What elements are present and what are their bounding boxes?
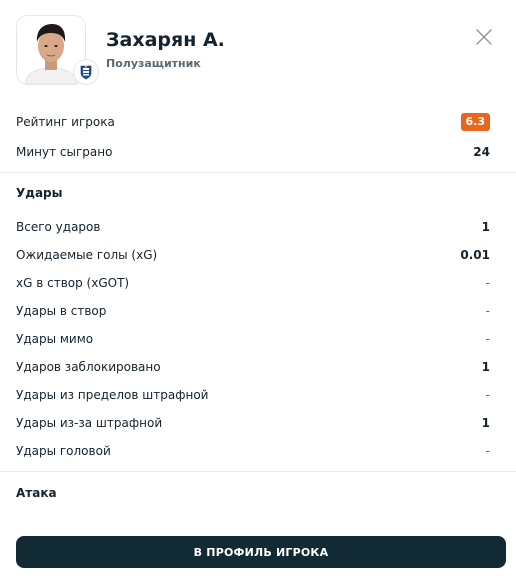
stat-row: Ожидаемые голы (xG) 0.01 bbox=[16, 245, 490, 265]
rating-label: Рейтинг игрока bbox=[16, 115, 115, 129]
stat-label: Ожидаемые голы (xG) bbox=[16, 248, 158, 262]
stat-label: xG в створ (xGOT) bbox=[16, 276, 130, 290]
stat-value: 1 bbox=[481, 220, 490, 234]
stat-label: Удары из-за штрафной bbox=[16, 416, 163, 430]
stat-value: 0.01 bbox=[460, 248, 490, 262]
stat-value: 1 bbox=[481, 360, 490, 374]
stat-value: - bbox=[485, 444, 490, 458]
stat-row: Удары мимо - bbox=[16, 329, 490, 349]
stat-value: - bbox=[485, 276, 490, 290]
player-name: Захарян А. bbox=[106, 29, 225, 51]
minutes-value: 24 bbox=[473, 145, 490, 159]
stat-label: Удары головой bbox=[16, 444, 111, 458]
stat-row: Удары из-за штрафной 1 bbox=[16, 413, 490, 433]
stat-row: Ударов заблокировано 1 bbox=[16, 357, 490, 377]
stat-value: - bbox=[485, 304, 490, 318]
divider bbox=[0, 471, 516, 472]
player-profile-button[interactable]: В ПРОФИЛЬ ИГРОКА bbox=[16, 536, 506, 568]
rating-badge: 6.3 bbox=[460, 113, 490, 131]
stat-label: Ударов заблокировано bbox=[16, 360, 161, 374]
stat-row: Удары из пределов штрафной - bbox=[16, 385, 490, 405]
stat-row: Всего ударов 1 bbox=[16, 217, 490, 237]
player-header: Захарян А. Полузащитник bbox=[16, 15, 500, 87]
stat-label: Удары из пределов штрафной bbox=[16, 388, 209, 402]
stat-row: Удары головой - bbox=[16, 441, 490, 461]
divider bbox=[0, 172, 516, 173]
stat-value: 1 bbox=[481, 416, 490, 430]
rating-row: Рейтинг игрока 6.3 bbox=[16, 112, 490, 132]
stat-value: - bbox=[485, 388, 490, 402]
stat-value: - bbox=[485, 332, 490, 346]
stat-label: Удары мимо bbox=[16, 332, 94, 346]
minutes-label: Минут сыграно bbox=[16, 145, 113, 159]
player-position: Полузащитник bbox=[106, 57, 201, 70]
player-stats-modal: Захарян А. Полузащитник Рейтинг игрока 6… bbox=[0, 0, 516, 584]
shots-section-title: Удары bbox=[16, 186, 63, 200]
attack-section-title: Атака bbox=[16, 486, 57, 500]
stat-label: Удары в створ bbox=[16, 304, 107, 318]
stat-row: Удары в створ - bbox=[16, 301, 490, 321]
stat-label: Всего ударов bbox=[16, 220, 101, 234]
club-badge-icon bbox=[73, 59, 99, 85]
minutes-row: Минут сыграно 24 bbox=[16, 142, 490, 162]
stat-row: xG в створ (xGOT) - bbox=[16, 273, 490, 293]
close-icon[interactable] bbox=[476, 29, 492, 45]
